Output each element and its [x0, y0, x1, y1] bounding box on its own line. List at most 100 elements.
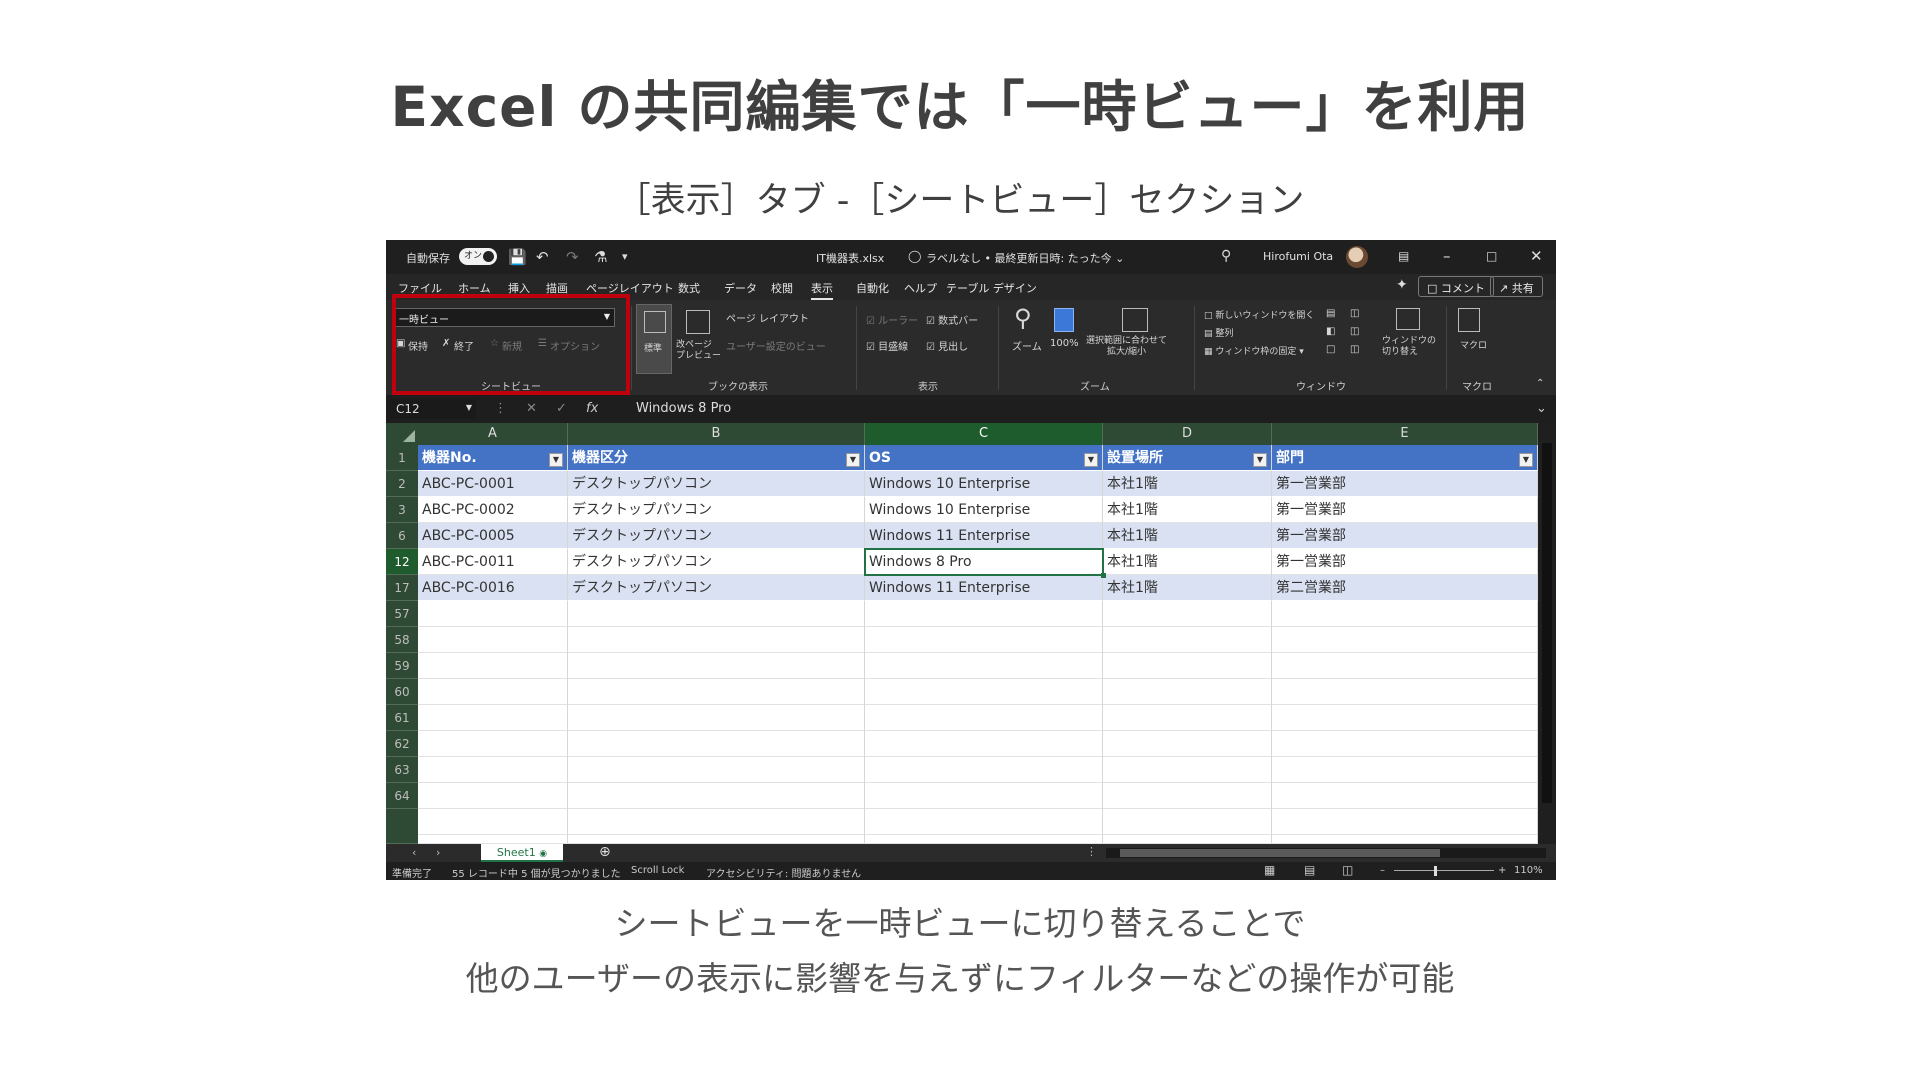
new-window-button[interactable]: □ 新しいウィンドウを開く: [1204, 308, 1314, 321]
filter-dropdown-icon[interactable]: ▼: [1253, 453, 1267, 467]
table-cell[interactable]: Windows 11 Enterprise: [865, 523, 1103, 549]
table-cell[interactable]: 本社1階: [1103, 575, 1272, 601]
row-header[interactable]: 63: [386, 757, 418, 783]
row-header[interactable]: 58: [386, 627, 418, 653]
tab-review[interactable]: 校閲: [771, 280, 793, 296]
column-header-a[interactable]: A: [418, 423, 568, 445]
row-header[interactable]: 61: [386, 705, 418, 731]
custom-view-button[interactable]: ユーザー設定のビュー: [726, 338, 826, 353]
autosave-toggle[interactable]: オン: [459, 248, 497, 265]
save-icon[interactable]: 💾: [508, 248, 527, 266]
name-box[interactable]: C12 ▼: [390, 399, 476, 419]
empty-cells[interactable]: [568, 601, 865, 844]
file-name[interactable]: IT機器表.xlsx: [816, 250, 884, 266]
scroll-tabs-right-icon[interactable]: ›: [436, 846, 440, 859]
table-cell[interactable]: 第一営業部: [1272, 497, 1538, 523]
hide-icon[interactable]: ◧: [1326, 326, 1335, 337]
search-icon[interactable]: ⚲: [1221, 248, 1231, 264]
switch-window-button[interactable]: ウィンドウの 切り替え: [1382, 336, 1436, 358]
split-icon[interactable]: ▤: [1326, 308, 1335, 319]
zoom-in-icon[interactable]: +: [1498, 865, 1506, 876]
table-cell[interactable]: Windows 8 Pro: [865, 549, 1103, 575]
empty-cells[interactable]: [418, 601, 568, 844]
select-all-corner[interactable]: [386, 423, 418, 445]
table-cell[interactable]: デスクトップパソコン: [568, 497, 865, 523]
zoom-100-button[interactable]: 100%: [1050, 338, 1079, 349]
table-cell[interactable]: Windows 10 Enterprise: [865, 471, 1103, 497]
row-header[interactable]: 3: [386, 497, 418, 523]
table-cell[interactable]: Windows 11 Enterprise: [865, 575, 1103, 601]
column-header-b[interactable]: B: [568, 423, 865, 445]
table-cell[interactable]: 第二営業部: [1272, 575, 1538, 601]
reset-position-icon[interactable]: ◫: [1350, 344, 1359, 355]
table-cell[interactable]: デスクトップパソコン: [568, 575, 865, 601]
redo-icon[interactable]: ↷: [566, 248, 579, 266]
filter-applied-icon[interactable]: ▼: [846, 453, 860, 467]
row-header[interactable]: 60: [386, 679, 418, 705]
row-header[interactable]: 64: [386, 783, 418, 809]
page-break-preview-button[interactable]: 改ページ プレビュー: [676, 340, 721, 362]
worksheet-grid[interactable]: A B C D E 1 2 3 6 12 17 57 58 59 60 61 6…: [386, 423, 1556, 844]
table-cell[interactable]: デスクトップパソコン: [568, 549, 865, 575]
add-sheet-icon[interactable]: ⊕: [599, 844, 611, 860]
zoom-level[interactable]: 110%: [1514, 865, 1543, 876]
share-button[interactable]: ↗ 共有: [1490, 276, 1543, 297]
table-cell[interactable]: 第一営業部: [1272, 523, 1538, 549]
user-name[interactable]: Hirofumi Ota: [1263, 250, 1333, 263]
table-header-cell[interactable]: 機器No. ▼: [418, 445, 568, 471]
enter-icon[interactable]: ✓: [556, 401, 567, 416]
table-cell[interactable]: 第一営業部: [1272, 471, 1538, 497]
table-cell[interactable]: 本社1階: [1103, 549, 1272, 575]
sheet-tab[interactable]: Sheet1 ◉: [481, 844, 563, 862]
table-cell[interactable]: ABC-PC-0011: [418, 549, 568, 575]
headings-checkbox[interactable]: ☑ 見出し: [926, 338, 968, 353]
row-header[interactable]: 59: [386, 653, 418, 679]
table-cell[interactable]: 第一営業部: [1272, 549, 1538, 575]
filter-applied-icon[interactable]: ▼: [1519, 453, 1533, 467]
zoom-out-icon[interactable]: –: [1380, 865, 1385, 876]
table-cell[interactable]: 本社1階: [1103, 523, 1272, 549]
horizontal-scrollbar[interactable]: [1106, 848, 1546, 858]
table-header-cell[interactable]: 部門 ▼: [1272, 445, 1538, 471]
filter-dropdown-icon[interactable]: ▼: [1084, 453, 1098, 467]
table-cell[interactable]: ABC-PC-0016: [418, 575, 568, 601]
sensitivity-label[interactable]: ラベルなし • 最終更新日時: たった今 ⌄: [926, 250, 1124, 266]
normal-view-icon[interactable]: ▦: [1264, 863, 1275, 877]
function-icon[interactable]: fx: [586, 401, 598, 416]
arrange-button[interactable]: ▤ 整列: [1204, 326, 1233, 339]
freeze-panes-button[interactable]: ▦ ウィンドウ枠の固定 ▾: [1204, 344, 1304, 357]
row-header[interactable]: 57: [386, 601, 418, 627]
zoom-slider[interactable]: [1394, 870, 1494, 871]
ruler-checkbox[interactable]: ☑ ルーラー: [866, 312, 918, 327]
customize-toolbar-icon[interactable]: ▾: [622, 250, 628, 263]
table-cell[interactable]: ABC-PC-0002: [418, 497, 568, 523]
table-cell[interactable]: 本社1階: [1103, 497, 1272, 523]
comment-button[interactable]: □ コメント: [1418, 276, 1494, 297]
table-cell[interactable]: デスクトップパソコン: [568, 523, 865, 549]
tab-automate[interactable]: 自動化: [856, 280, 889, 296]
tab-formulas[interactable]: 数式: [678, 280, 700, 296]
macro-button[interactable]: マクロ: [1460, 338, 1487, 351]
more-icon[interactable]: ⋮: [494, 401, 507, 416]
side-by-side-icon[interactable]: ◫: [1350, 308, 1359, 319]
horizontal-scroll-thumb[interactable]: [1120, 849, 1440, 857]
status-accessibility[interactable]: アクセシビリティ: 問題ありません: [706, 865, 861, 880]
tab-help[interactable]: ヘルプ: [904, 280, 937, 296]
copilot-icon[interactable]: ✦: [1396, 277, 1408, 293]
column-header-e[interactable]: E: [1272, 423, 1538, 445]
maximize-icon[interactable]: □: [1486, 249, 1497, 263]
zoom-button[interactable]: ズーム: [1012, 338, 1042, 353]
zoom-slider-thumb[interactable]: [1434, 866, 1437, 876]
filter-dropdown-icon[interactable]: ▼: [549, 453, 563, 467]
more-icon[interactable]: ⋮: [1086, 845, 1097, 858]
normal-view-button[interactable]: 標準: [636, 304, 672, 374]
table-header-cell[interactable]: 設置場所 ▼: [1103, 445, 1272, 471]
table-header-cell[interactable]: 機器区分 ▼: [568, 445, 865, 471]
empty-cells[interactable]: [1272, 601, 1538, 844]
page-layout-view-icon[interactable]: ▤: [1304, 863, 1315, 877]
table-cell[interactable]: ABC-PC-0001: [418, 471, 568, 497]
row-header[interactable]: 62: [386, 731, 418, 757]
table-cell[interactable]: ABC-PC-0005: [418, 523, 568, 549]
close-icon[interactable]: ✕: [1530, 247, 1543, 265]
zoom-selection-button[interactable]: 選択範囲に合わせて 拡大/縮小: [1086, 336, 1167, 358]
